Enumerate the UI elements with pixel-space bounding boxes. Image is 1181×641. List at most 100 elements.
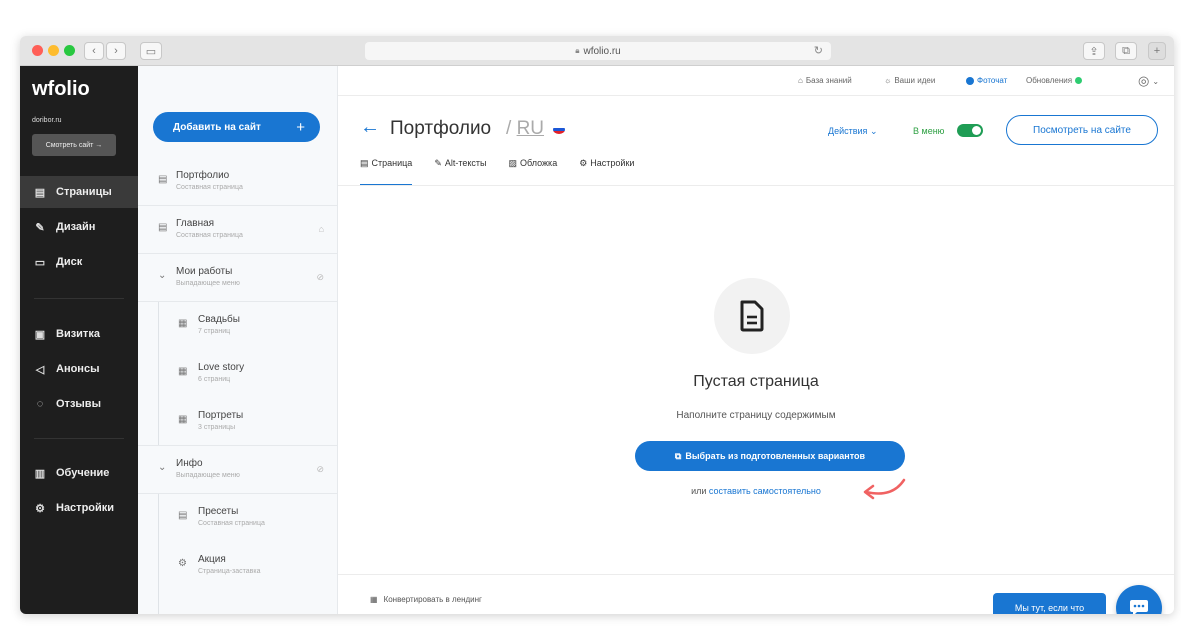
page-item-title: Пресеты — [198, 506, 239, 517]
tab-label: Обложка — [520, 158, 558, 168]
nav-item-learning[interactable]: ▥ Обучение — [20, 457, 138, 489]
language-switch[interactable]: / RU — [506, 118, 544, 140]
splash-gear-icon: ⚙ — [178, 558, 187, 569]
nav-item-label: Обучение — [56, 467, 110, 479]
compose-manually-line: или составить самостоятельно — [338, 486, 1174, 496]
nav-item-label: Анонсы — [56, 363, 100, 375]
page-item-title: Портфолио — [176, 170, 230, 181]
editor-main: ← Портфолио / RU Действия ⌄ В меню Посмо… — [338, 96, 1174, 614]
page-item-presets[interactable]: ▤ Пресеты Составная страница — [138, 494, 338, 542]
page-item-subtitle: Выпадающее меню — [176, 280, 240, 287]
or-text: или — [691, 486, 707, 496]
page-item-subtitle: Составная страница — [176, 184, 243, 191]
nav-item-pages[interactable]: ▤ Страницы — [20, 176, 138, 208]
maximize-window-button[interactable] — [64, 45, 75, 56]
nav-item-card[interactable]: ▣ Визитка — [20, 318, 138, 350]
user-menu[interactable]: ◎ ⌄ — [1138, 73, 1159, 89]
new-tab-button[interactable]: + — [1148, 42, 1166, 60]
add-to-site-button[interactable]: Добавить на сайт + — [153, 112, 320, 142]
page-item-subtitle: Составная страница — [198, 520, 265, 527]
lightbulb-icon: ☼ — [884, 76, 892, 85]
page-item-title: Главная — [176, 218, 215, 229]
page-item-subtitle: Составная страница — [176, 232, 243, 239]
page-item-love-story[interactable]: ▦ Love story 6 страниц — [138, 350, 338, 398]
card-icon: ▣ — [34, 328, 46, 341]
nav-item-disk[interactable]: ▭ Диск — [20, 246, 138, 278]
address-bar[interactable]: 🔒︎ wfolio.ru ↻ — [365, 42, 831, 60]
actions-dropdown[interactable]: Действия ⌄ — [828, 126, 878, 137]
nav-item-reviews[interactable]: ◌ Отзывы — [20, 388, 138, 420]
tabs-button[interactable]: ⧉ — [1115, 42, 1137, 60]
plus-icon: + — [1153, 45, 1161, 57]
nav-divider — [34, 438, 124, 439]
reviews-icon: ◌ — [36, 398, 44, 410]
updates-label: Обновления — [1026, 76, 1073, 85]
page-item-subtitle: 6 страниц — [198, 376, 231, 383]
language-link[interactable]: RU — [517, 118, 544, 139]
hidden-eye-icon: ⊘ — [316, 464, 324, 474]
choose-template-label: Выбрать из подготовленных вариантов — [685, 451, 866, 461]
photochat-link[interactable]: Фоточат — [966, 76, 1007, 85]
back-nav-button[interactable]: ‹ — [84, 42, 104, 60]
page-tabs: ▤ Страница ✎ Alt-тексты ▨ Обложка ⚙ Настройк… — [360, 158, 634, 186]
close-window-button[interactable] — [32, 45, 43, 56]
page-item-subtitle: Выпадающее меню — [176, 472, 240, 479]
main-navigation: wfolio doribor.ru Смотреть сайт → ▤ Стра… — [20, 66, 138, 614]
forward-nav-button[interactable]: › — [106, 42, 126, 60]
minimize-window-button[interactable] — [48, 45, 59, 56]
view-site-button[interactable]: Смотреть сайт → — [32, 134, 116, 156]
tab-page[interactable]: ▤ Страница — [360, 158, 413, 186]
app-logo[interactable]: wfolio — [32, 78, 90, 101]
knowledge-base-link[interactable]: ⌂ База знаний — [798, 76, 852, 85]
back-arrow-icon[interactable]: ← — [360, 116, 380, 139]
browser-toolbar: ‹ › ▭ 🔒︎ wfolio.ru ↻ ⇪ ⧉ + — [20, 36, 1174, 66]
page-item-weddings[interactable]: ▦ Свадьбы 7 страниц — [138, 302, 338, 350]
support-button[interactable]: Мы тут, если что — [993, 593, 1106, 614]
russia-flag-icon — [553, 125, 565, 134]
ideas-link[interactable]: ☼ Ваши идеи — [884, 76, 935, 85]
grid-icon: ▦ — [178, 318, 188, 329]
pages-panel: Добавить на сайт + ▤ Портфолио Составная… — [138, 66, 338, 614]
tab-alt-texts[interactable]: ✎ Alt-тексты — [434, 158, 486, 186]
chat-button[interactable] — [1116, 585, 1162, 614]
nav-item-design[interactable]: ✎ Дизайн — [20, 211, 138, 243]
in-menu-label: В меню — [913, 126, 945, 136]
chevron-down-icon[interactable]: ⌄ — [158, 270, 166, 281]
tab-settings[interactable]: ⚙ Настройки — [579, 158, 634, 186]
photochat-label: Фоточат — [977, 76, 1008, 85]
chevron-down-icon[interactable]: ⌄ — [158, 462, 166, 473]
view-on-site-button[interactable]: Посмотреть на сайте — [1006, 115, 1158, 145]
page-item-my-works[interactable]: ⌄ Мои работы Выпадающее меню ⊘ — [138, 254, 338, 302]
empty-state-title: Пустая страница — [693, 373, 819, 390]
convert-to-landing-link[interactable]: ▦ Конвертировать в лендинг — [370, 595, 482, 604]
home-icon: ⌂ — [318, 224, 324, 234]
in-menu-toggle[interactable] — [957, 124, 983, 137]
choose-template-button[interactable]: ⧉ Выбрать из подготовленных вариантов — [635, 441, 905, 471]
page-item-promo[interactable]: ⚙ Акция Страница-заставка — [138, 542, 338, 590]
nav-item-settings[interactable]: ⚙ Настройки — [20, 492, 138, 524]
page-item-home[interactable]: ▤ Главная Составная страница ⌂ — [138, 206, 338, 254]
page-item-info[interactable]: ⌄ Инфо Выпадающее меню ⊘ — [138, 446, 338, 494]
nav-item-announcements[interactable]: ◁ Анонсы — [20, 353, 138, 385]
compose-manually-link[interactable]: составить самостоятельно — [709, 486, 821, 496]
tab-label: Страница — [371, 158, 413, 168]
sidebar-toggle-button[interactable]: ▭ — [140, 42, 162, 60]
book-icon: ▥ — [34, 467, 46, 480]
reload-icon[interactable]: ↻ — [814, 44, 823, 57]
page-item-title: Свадьбы — [198, 314, 240, 325]
page-item-portfolio[interactable]: ▤ Портфолио Составная страница — [138, 158, 338, 206]
nav-item-label: Настройки — [56, 502, 115, 514]
add-to-site-label: Добавить на сайт — [173, 121, 261, 133]
url-text: wfolio.ru — [583, 45, 621, 57]
page-item-portraits[interactable]: ▦ Портреты 3 страницы — [138, 398, 338, 446]
knowledge-base-label: База знаний — [805, 76, 852, 85]
tab-cover[interactable]: ▨ Обложка — [509, 158, 558, 186]
updates-link[interactable]: Обновления — [1026, 76, 1083, 85]
share-button[interactable]: ⇪ — [1083, 42, 1105, 60]
empty-state-subtitle: Наполните страницу содержимым — [676, 410, 836, 421]
status-dot-icon — [1075, 77, 1083, 84]
image-icon: ▨ — [508, 158, 518, 168]
tabs-icon: ⧉ — [1122, 44, 1130, 57]
nav-divider — [34, 298, 124, 299]
tabs-divider — [338, 185, 1174, 186]
